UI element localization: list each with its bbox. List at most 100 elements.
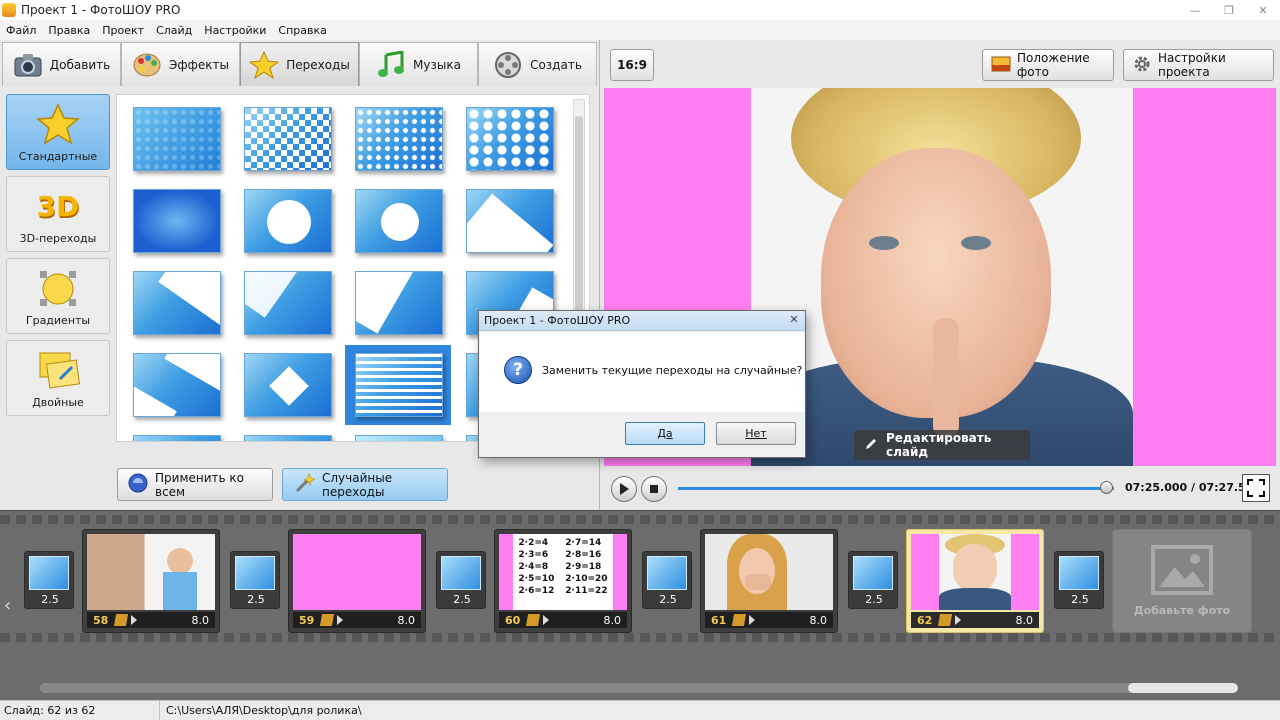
transition-thumb[interactable] (353, 107, 464, 189)
photo-position-label: Положение фото (1017, 51, 1090, 79)
grid-scroll-thumb[interactable] (575, 116, 583, 336)
timeline-slide[interactable]: 2·2=4 2·3=6 2·4=8 2·5=10 2·6=12 2·7=14 2… (494, 529, 632, 633)
image-placeholder-icon (1151, 545, 1213, 598)
aspect-ratio-button[interactable]: 16:9 (610, 49, 654, 81)
transition-thumb-selected[interactable] (345, 345, 464, 435)
tab-music-label: Музыка (413, 57, 461, 72)
minimize-icon[interactable]: — (1178, 0, 1212, 20)
palette-icon (132, 50, 162, 80)
transition-thumb[interactable] (131, 353, 242, 435)
player-controls: 07:25.000 / 07:27.500 (604, 470, 1276, 508)
transition-thumb[interactable] (242, 107, 353, 189)
transition-thumb[interactable] (242, 189, 353, 271)
transition-thumb[interactable] (131, 189, 242, 271)
fullscreen-icon (1247, 479, 1265, 497)
star-icon (35, 102, 81, 146)
speaker-icon[interactable] (131, 615, 141, 625)
timeline-slide[interactable]: 59 8.0 (288, 529, 426, 633)
scroll-left-icon[interactable]: ‹ (4, 595, 11, 616)
photo-position-button[interactable]: Положение фото (982, 49, 1114, 81)
tab-transitions[interactable]: Переходы (240, 42, 359, 86)
menu-file[interactable]: Файл (6, 24, 36, 37)
dialog-close-icon[interactable]: ✕ (787, 313, 801, 327)
speaker-icon[interactable] (955, 615, 965, 625)
stop-icon (650, 485, 658, 493)
window-title: Проект 1 - ФотоШОУ PRO (21, 3, 181, 17)
category-standard[interactable]: Стандартные (6, 94, 110, 170)
maximize-icon[interactable]: ❐ (1212, 0, 1246, 20)
app-logo-icon (2, 3, 16, 17)
yes-button[interactable]: Да (625, 422, 705, 445)
transition-categories: Стандартные 3D 3D-переходы Градиенты Дво… (6, 94, 112, 422)
transition-thumb[interactable] (131, 107, 242, 189)
camera-icon (13, 50, 43, 80)
play-button[interactable] (611, 476, 637, 502)
category-double[interactable]: Двойные (6, 340, 110, 416)
tab-add[interactable]: Добавить (2, 42, 121, 86)
tab-music[interactable]: Музыка (359, 42, 478, 86)
music-note-icon (376, 50, 406, 80)
pencil-icon[interactable] (731, 614, 747, 626)
timeline-transition[interactable]: 2.5 (24, 551, 74, 609)
pencil-icon[interactable] (113, 614, 129, 626)
transition-thumb[interactable] (464, 189, 575, 271)
menu-slide[interactable]: Слайд (156, 24, 192, 37)
menu-settings[interactable]: Настройки (204, 24, 266, 37)
film-reel-icon (493, 50, 523, 80)
transition-thumb[interactable] (464, 107, 575, 189)
timeline-transition[interactable]: 2.5 (230, 551, 280, 609)
timeline-transition[interactable]: 2.5 (1054, 551, 1104, 609)
title-bar: Проект 1 - ФотоШОУ PRO — ❐ ✕ (0, 0, 1280, 20)
menu-edit[interactable]: Правка (48, 24, 90, 37)
timeline-slide[interactable]: 58 8.0 (82, 529, 220, 633)
random-transitions-button[interactable]: Случайные переходы (282, 468, 448, 501)
add-photo-label: Добавьте фото (1133, 604, 1231, 617)
project-settings-button[interactable]: Настройки проекта (1123, 49, 1274, 81)
fullscreen-button[interactable] (1242, 474, 1270, 502)
timeline-transition[interactable]: 2.5 (642, 551, 692, 609)
gear-icon (1132, 54, 1152, 77)
status-bar: Слайд: 62 из 62 C:\Users\АЛЯ\Desktop\для… (0, 700, 1280, 720)
progress-bar[interactable] (678, 487, 1114, 490)
timeline-scroll-thumb[interactable] (1128, 683, 1238, 693)
preview-photo (751, 88, 1133, 466)
close-icon[interactable]: ✕ (1246, 0, 1280, 20)
edit-slide-button[interactable]: Редактировать слайд (854, 430, 1030, 460)
shield-icon (128, 473, 148, 496)
apply-to-all-button[interactable]: Применить ко всем (117, 468, 273, 501)
tab-effects[interactable]: Эффекты (121, 42, 240, 86)
timeline-slide[interactable]: 61 8.0 (700, 529, 838, 633)
transition-thumb[interactable] (242, 353, 353, 435)
transition-thumb[interactable] (131, 435, 242, 441)
pencil-icon[interactable] (525, 614, 541, 626)
transition-thumb[interactable] (242, 435, 353, 441)
timeline-transition[interactable]: 2.5 (436, 551, 486, 609)
slide-thumbnail (705, 534, 833, 610)
timeline-transition[interactable]: 2.5 (848, 551, 898, 609)
progress-knob[interactable] (1100, 481, 1114, 494)
category-gradients[interactable]: Градиенты (6, 258, 110, 334)
menu-project[interactable]: Проект (102, 24, 144, 37)
confirm-dialog: Проект 1 - ФотоШОУ PRO ✕ ? Заменить теку… (478, 310, 806, 458)
dialog-title: Проект 1 - ФотоШОУ PRO (484, 314, 631, 327)
pencil-icon[interactable] (319, 614, 335, 626)
speaker-icon[interactable] (543, 615, 553, 625)
no-button[interactable]: Нет (716, 422, 796, 445)
pencil-icon[interactable] (937, 614, 953, 626)
menu-help[interactable]: Справка (278, 24, 326, 37)
timeline-slide-selected[interactable]: 62 8.0 (906, 529, 1044, 633)
transition-thumb[interactable] (131, 271, 242, 353)
transition-thumb[interactable] (353, 271, 464, 353)
transition-thumb[interactable] (242, 271, 353, 353)
speaker-icon[interactable] (749, 615, 759, 625)
tab-create[interactable]: Создать (478, 42, 597, 86)
add-photo-placeholder[interactable]: Добавьте фото (1112, 529, 1252, 633)
transition-thumb[interactable] (353, 189, 464, 271)
random-transitions-label: Случайные переходы (322, 470, 393, 499)
timeline-scrollbar[interactable] (40, 683, 1238, 693)
transition-thumb[interactable] (353, 435, 464, 441)
tab-effects-label: Эффекты (169, 57, 229, 72)
stop-button[interactable] (641, 476, 667, 502)
speaker-icon[interactable] (337, 615, 347, 625)
category-3d[interactable]: 3D 3D-переходы (6, 176, 110, 252)
